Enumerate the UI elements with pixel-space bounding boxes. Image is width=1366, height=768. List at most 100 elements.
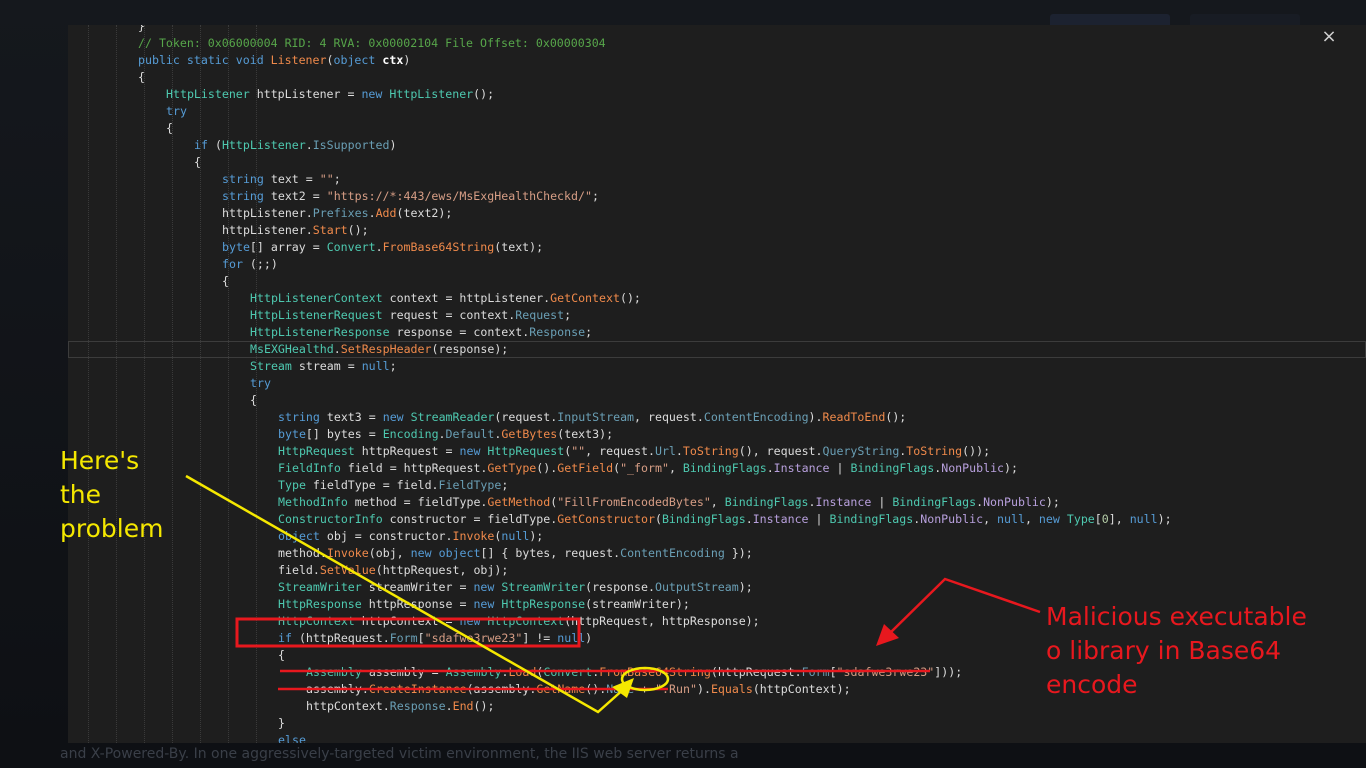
code-line: httpListener.Start();	[68, 222, 1366, 239]
code-token: ;	[564, 308, 572, 322]
code-token: Assembly	[445, 665, 502, 679]
code-line: byte[] array = Convert.FromBase64String(…	[68, 239, 1366, 256]
code-line: httpListener.Prefixes.Add(text2);	[68, 205, 1366, 222]
close-icon[interactable]: ×	[1318, 26, 1340, 48]
code-token: for	[222, 257, 243, 271]
code-token: [] { bytes, request.	[480, 546, 621, 560]
code-token: HttpResponse	[278, 597, 362, 611]
code-token: [	[829, 665, 837, 679]
code-token: obj = constructor.	[319, 529, 453, 543]
code-token: "_form"	[620, 461, 669, 475]
code-token: ,	[710, 495, 725, 509]
code-line: MsEXGHealthd.SetRespHeader(response);	[68, 341, 1366, 358]
code-token: ctx	[382, 53, 404, 67]
code-token: FieldType	[438, 478, 502, 492]
code-token: HttpResponse	[501, 597, 586, 611]
code-token: null	[997, 512, 1025, 526]
code-token: byte	[278, 427, 306, 441]
code-token: httpContext =	[354, 614, 460, 628]
code-token: new	[473, 580, 495, 594]
code-token: Instance	[815, 495, 872, 509]
code-token: ReadToEnd	[822, 410, 886, 424]
code-token: // Token: 0x06000004 RID: 4 RVA: 0x00002…	[138, 36, 606, 50]
code-token: .	[745, 512, 753, 526]
code-token: (text2);	[396, 206, 453, 220]
code-token: httpRequest =	[354, 444, 460, 458]
code-token: FromBase64String	[599, 665, 711, 679]
code-token: BindingFlags	[829, 512, 914, 526]
code-token: ).	[696, 682, 711, 696]
code-token: (httpRequest.	[710, 665, 802, 679]
code-token: });	[724, 546, 753, 560]
code-token: if	[278, 631, 292, 645]
code-token: .	[976, 495, 984, 509]
code-token: .	[438, 427, 446, 441]
code-token: ;	[389, 359, 397, 373]
problem-label-line: problem	[60, 514, 164, 543]
code-token: BindingFlags	[850, 461, 935, 475]
code-line: {	[68, 273, 1366, 290]
code-token: |	[808, 512, 830, 526]
code-token: (streamWriter);	[585, 597, 690, 611]
code-token: method.	[278, 546, 327, 560]
code-token: text =	[263, 172, 320, 186]
code-line: ConstructorInfo constructor = fieldType.…	[68, 511, 1366, 528]
code-token: try	[250, 376, 271, 390]
code-token: }	[138, 25, 145, 33]
code-token: context = httpListener.	[382, 291, 551, 305]
code-line: HttpListenerContext context = httpListen…	[68, 290, 1366, 307]
code-token: GetConstructor	[557, 512, 655, 526]
code-token: Prefixes	[312, 206, 369, 220]
malicious-label: Malicious executable o library in Base64…	[1046, 600, 1346, 702]
code-token: ""	[571, 444, 586, 458]
code-token: if	[194, 138, 208, 152]
code-token: ();	[619, 291, 641, 305]
code-token: streamWriter =	[361, 580, 474, 594]
code-token: InputStream	[557, 410, 635, 424]
code-token: fieldType = field.	[305, 478, 439, 492]
code-token: assembly =	[361, 665, 446, 679]
code-token: "sdafwe3rwe23"	[424, 631, 523, 645]
code-token: , request.	[634, 410, 704, 424]
code-token: MethodInfo	[278, 495, 348, 509]
code-token: httpListener =	[249, 87, 362, 101]
code-token: ;	[591, 189, 599, 203]
code-token: object	[438, 546, 481, 560]
code-token: ConstructorInfo	[278, 512, 383, 526]
code-token: BindingFlags	[661, 512, 746, 526]
code-token: (assembly.	[466, 682, 537, 696]
code-token: );	[1157, 512, 1172, 526]
code-token: ().	[536, 461, 558, 475]
code-token: GetContext	[550, 291, 620, 305]
code-token: )	[585, 631, 593, 645]
code-token: (httpRequest, httpResponse);	[564, 614, 760, 628]
code-token: Equals	[710, 682, 753, 696]
code-token: Invoke	[452, 529, 495, 543]
malicious-label-line: o library in Base64	[1046, 636, 1282, 665]
code-token: Load	[508, 665, 537, 679]
code-token: HttpListener	[221, 138, 306, 152]
code-token: ().	[585, 682, 607, 696]
code-token: (httpRequest, obj);	[375, 563, 509, 577]
code-token: Add	[375, 206, 397, 220]
code-token: FromBase64String	[382, 240, 495, 254]
code-token: {	[166, 121, 173, 135]
code-token: StreamReader	[410, 410, 495, 424]
code-line: try	[68, 103, 1366, 120]
code-line: FieldInfo field = httpRequest.GetType().…	[68, 460, 1366, 477]
code-line: HttpListenerRequest request = context.Re…	[68, 307, 1366, 324]
code-token: ();	[473, 87, 495, 101]
code-token: ();	[473, 699, 495, 713]
code-token: HttpListener	[389, 87, 474, 101]
code-token: SetRespHeader	[340, 342, 432, 356]
code-token: stream =	[291, 359, 362, 373]
code-token: GetBytes	[501, 427, 558, 441]
code-token: Type	[1066, 512, 1095, 526]
code-token: );	[529, 529, 544, 543]
code-line: string text3 = new StreamReader(request.…	[68, 409, 1366, 426]
code-token: new	[382, 410, 404, 424]
code-token: null	[1129, 512, 1158, 526]
